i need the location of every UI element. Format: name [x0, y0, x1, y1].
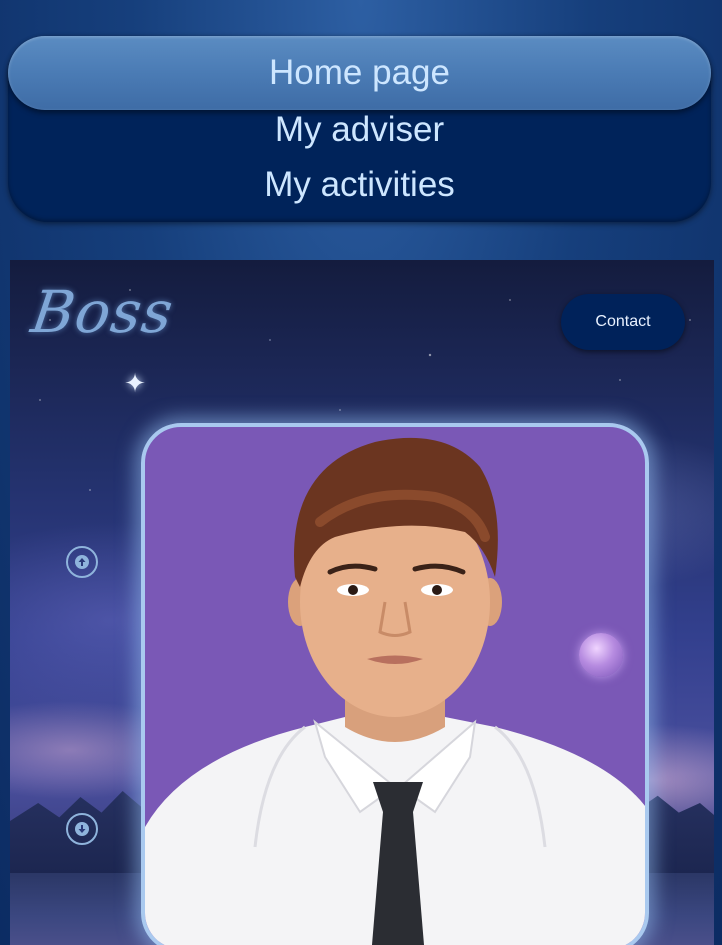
scroll-up-button[interactable]: [66, 546, 98, 578]
arrow-up-circle-icon: [75, 555, 89, 569]
contact-button[interactable]: Contact: [561, 294, 685, 350]
scroll-down-button[interactable]: [66, 813, 98, 845]
nav-item-my-adviser[interactable]: My adviser: [8, 102, 711, 157]
site-logo[interactable]: Boss: [27, 278, 178, 346]
nav-menu: Home page My adviser My activities: [8, 36, 711, 222]
nav-item-home-page[interactable]: Home page: [8, 36, 711, 110]
hero-section: Boss ✦ Contact: [10, 260, 714, 945]
sparkle-icon: ✦: [124, 368, 146, 398]
profile-photo: [145, 437, 645, 945]
nav-item-my-activities[interactable]: My activities: [8, 157, 711, 212]
profile-portrait-card: [141, 423, 649, 945]
arrow-down-circle-icon: [75, 822, 89, 836]
